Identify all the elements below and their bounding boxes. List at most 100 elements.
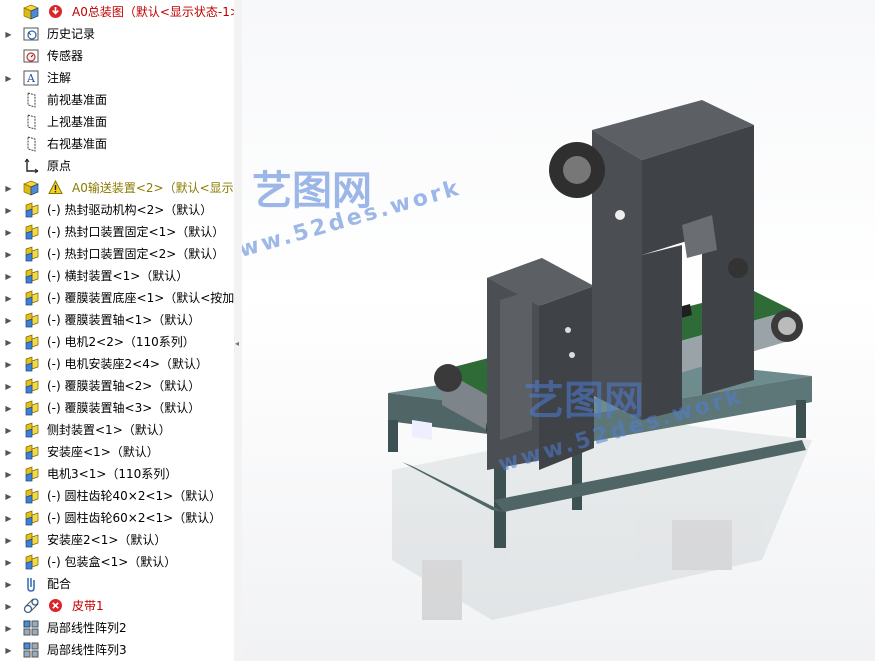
tree-item[interactable]: ▶ (-) 热封口装置固定<2>（默认）: [0, 243, 234, 265]
tree-item[interactable]: ▶ (-) 覆膜装置轴<1>（默认）: [0, 309, 234, 331]
graphics-viewport[interactable]: 艺图网 www.52des.work 艺图网 www.52des.work: [242, 0, 875, 661]
subassembly-icon: [23, 466, 40, 482]
subassembly-icon: [23, 312, 40, 328]
expand-arrow-icon[interactable]: ▶: [4, 23, 13, 45]
subassembly-icon: [23, 356, 40, 372]
feature-manager-tree: A0总装图（默认<显示状态-1>） ▶ 历史记录 传感器 ▶ A 注解 前视基准面 上视基准面右…: [0, 0, 235, 661]
tree-item[interactable]: ▶ 电机3<1>（110系列）: [0, 463, 234, 485]
expand-arrow-icon[interactable]: ▶: [4, 265, 13, 287]
annotation-icon: A: [23, 70, 40, 86]
tree-item[interactable]: ▶ 配合: [0, 573, 234, 595]
sensor-icon: [23, 48, 40, 64]
expand-arrow-icon[interactable]: ▶: [4, 617, 13, 639]
belt-icon: [23, 598, 40, 614]
expand-arrow-icon[interactable]: ▶: [4, 573, 13, 595]
expand-arrow-icon[interactable]: ▶: [4, 309, 13, 331]
tree-item[interactable]: ▶ 侧封装置<1>（默认）: [0, 419, 234, 441]
subassembly-icon: [23, 224, 40, 240]
subassembly-icon: [23, 554, 40, 570]
tree-item-label: 注解: [47, 71, 72, 85]
tree-item[interactable]: ▶ (-) 覆膜装置轴<2>（默认）: [0, 375, 234, 397]
expand-arrow-icon[interactable]: ▶: [4, 287, 13, 309]
tree-item-label: 右视基准面: [47, 137, 108, 151]
subassembly-icon: [23, 378, 40, 394]
assembly-icon: [23, 180, 40, 196]
expand-arrow-icon[interactable]: ▶: [4, 419, 13, 441]
expand-arrow-icon[interactable]: ▶: [4, 529, 13, 551]
tree-item[interactable]: ▶ (-) 圆柱齿轮60×2<1>（默认）: [0, 507, 234, 529]
subassembly-icon: [23, 444, 40, 460]
tree-item[interactable]: ▶ (-) 圆柱齿轮40×2<1>（默认）: [0, 485, 234, 507]
linear-pattern-icon: [23, 620, 40, 636]
tree-item[interactable]: ▶ A 注解: [0, 67, 234, 89]
tree-item[interactable]: 前视基准面: [0, 89, 234, 111]
tree-item[interactable]: 原点: [0, 155, 234, 177]
expand-arrow-icon[interactable]: ▶: [4, 67, 13, 89]
expand-arrow-icon[interactable]: ▶: [4, 243, 13, 265]
tree-item[interactable]: ▶ 安装座<1>（默认）: [0, 441, 234, 463]
expand-arrow-icon[interactable]: ▶: [4, 375, 13, 397]
tree-item[interactable]: ▶ A0输送装置<2>（默认<显示状: [0, 177, 234, 199]
tree-item-label: 历史记录: [47, 27, 96, 41]
plane-icon: [23, 114, 40, 130]
panel-splitter[interactable]: ◂: [234, 0, 242, 661]
tree-item[interactable]: 右视基准面: [0, 133, 234, 155]
subassembly-icon: [23, 422, 40, 438]
expand-arrow-icon[interactable]: ▶: [4, 441, 13, 463]
expand-arrow-icon[interactable]: ▶: [4, 507, 13, 529]
tree-item-label: (-) 热封口装置固定<2>（默认）: [47, 247, 225, 261]
assembly-icon: [23, 4, 40, 20]
subassembly-icon: [23, 202, 40, 218]
tree-item[interactable]: ▶ 局部线性阵列3: [0, 639, 234, 661]
tree-item-label: 原点: [47, 159, 72, 173]
expand-arrow-icon[interactable]: ▶: [4, 353, 13, 375]
expand-arrow-icon[interactable]: ▶: [4, 463, 13, 485]
warning-icon: [48, 179, 65, 196]
machine-3d-model: [388, 100, 812, 620]
tree-item-label: (-) 覆膜装置底座<1>（默认<按加: [47, 291, 235, 305]
expand-arrow-icon[interactable]: ▶: [4, 595, 13, 617]
tree-item[interactable]: 传感器: [0, 45, 234, 67]
subassembly-icon: [23, 290, 40, 306]
expand-arrow-icon[interactable]: ▶: [4, 221, 13, 243]
expand-arrow-icon[interactable]: ▶: [4, 397, 13, 419]
tree-item-label: (-) 覆膜装置轴<3>（默认）: [47, 401, 201, 415]
expand-arrow-icon[interactable]: ▶: [4, 331, 13, 353]
tree-item-label: 局部线性阵列3: [47, 643, 127, 657]
tree-item[interactable]: ▶ (-) 电机2<2>（110系列）: [0, 331, 234, 353]
tree-item[interactable]: ▶ (-) 横封装置<1>（默认）: [0, 265, 234, 287]
tree-item[interactable]: A0总装图（默认<显示状态-1>）: [0, 1, 234, 23]
error-icon: [48, 598, 65, 614]
subassembly-icon: [23, 532, 40, 548]
tree-item[interactable]: ▶ (-) 电机安装座2<4>（默认）: [0, 353, 234, 375]
tree-item[interactable]: ▶ (-) 热封驱动机构<2>（默认）: [0, 199, 234, 221]
tree-item-label: (-) 圆柱齿轮40×2<1>（默认）: [47, 489, 222, 503]
tree-item-label: (-) 横封装置<1>（默认）: [47, 269, 189, 283]
expand-arrow-icon[interactable]: ▶: [4, 199, 13, 221]
subassembly-icon: [23, 334, 40, 350]
tree-item-label: 皮带1: [72, 599, 104, 613]
expand-arrow-icon[interactable]: ▶: [4, 177, 13, 199]
linear-pattern-icon: [23, 642, 40, 658]
tree-item[interactable]: ▶ 局部线性阵列2: [0, 617, 234, 639]
tree-item[interactable]: 上视基准面: [0, 111, 234, 133]
tree-item[interactable]: ▶ (-) 覆膜装置轴<3>（默认）: [0, 397, 234, 419]
warning-icon: [48, 4, 65, 20]
tree-item[interactable]: ▶ (-) 覆膜装置底座<1>（默认<按加: [0, 287, 234, 309]
expand-arrow-icon[interactable]: ▶: [4, 551, 13, 573]
origin-icon: [23, 158, 40, 174]
tree-item-label: (-) 热封口装置固定<1>（默认）: [47, 225, 225, 239]
expand-arrow-icon[interactable]: ▶: [4, 639, 13, 661]
history-icon: [23, 26, 40, 42]
subassembly-icon: [23, 510, 40, 526]
collapse-arrow-icon[interactable]: ◂: [235, 340, 241, 348]
tree-item[interactable]: ▶ 安装座2<1>（默认）: [0, 529, 234, 551]
expand-arrow-icon[interactable]: ▶: [4, 485, 13, 507]
tree-item-label: 电机3<1>（110系列）: [47, 467, 178, 481]
tree-item[interactable]: ▶ (-) 包装盒<1>（默认）: [0, 551, 234, 573]
tree-item[interactable]: ▶ (-) 热封口装置固定<1>（默认）: [0, 221, 234, 243]
tree-item-label: 安装座2<1>（默认）: [47, 533, 167, 547]
tree-item[interactable]: ▶ 历史记录: [0, 23, 234, 45]
tree-item[interactable]: ▶ 皮带1: [0, 595, 234, 617]
subassembly-icon: [23, 488, 40, 504]
